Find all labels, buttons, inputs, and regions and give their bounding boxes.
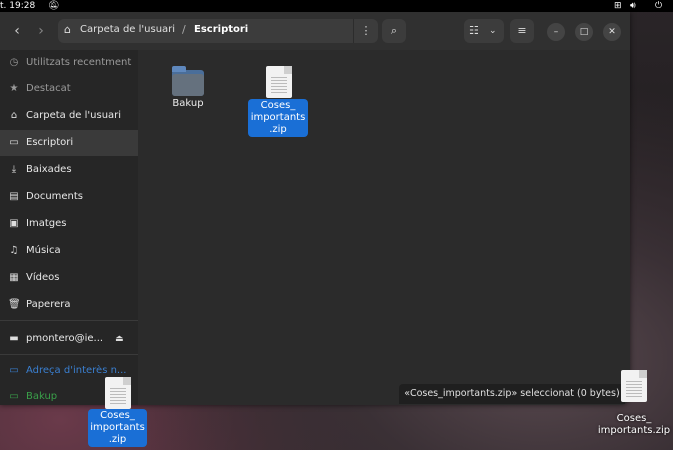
sidebar-item-documents[interactable]: ▤ Documents <box>0 184 138 210</box>
star-icon: ★ <box>9 83 19 94</box>
recent-icon: ◷ <box>9 57 19 68</box>
sidebar-divider <box>0 354 138 355</box>
file-name-line: importants <box>250 112 306 123</box>
file-name-line: .zip <box>269 124 287 135</box>
sidebar-item-label: Destacat <box>26 83 71 94</box>
home-icon[interactable]: ⌂ <box>64 23 71 36</box>
file-item-folder[interactable]: Bakup <box>166 64 210 114</box>
bell-off-icon[interactable]: 🔕︎ <box>48 0 59 12</box>
sidebar-item-recent[interactable]: ◷ Utilitzats recentment <box>0 50 138 76</box>
download-icon: ⤓ <box>11 164 17 175</box>
sidebar-item-videos[interactable]: ▦ Vídeos <box>0 265 138 291</box>
top-bar: t. 19:28 🔕︎ ⊞ 🔊︎ ⏻ <box>0 0 673 12</box>
image-icon: ▣ <box>9 218 19 229</box>
minimize-button[interactable]: – <box>547 23 565 41</box>
dragged-file[interactable]: Coses_ importants .zip <box>88 376 148 447</box>
chevron-down-icon: ⌄ <box>489 26 497 36</box>
folder-icon: ▭ <box>9 391 19 402</box>
zip-file-icon <box>621 370 647 402</box>
folder-icon <box>172 66 204 96</box>
status-bar: «Coses_importants.zip» seleccionat (0 by… <box>399 384 625 404</box>
sidebar-item-label: Escriptori <box>26 137 74 148</box>
search-button[interactable]: ⌕ <box>382 19 406 43</box>
kebab-icon[interactable]: ⋮ <box>353 19 378 43</box>
sidebar-item-downloads[interactable]: ⤓ Baixades <box>0 157 138 183</box>
sidebar-item-pictures[interactable]: ▣ Imatges <box>0 211 138 237</box>
hamburger-icon: ≡ <box>517 24 527 37</box>
music-icon: ♫ <box>9 245 19 256</box>
sidebar-item-label: Imatges <box>26 218 67 229</box>
dragged-file-label: Coses_ importants .zip <box>88 409 147 447</box>
sidebar-item-label: Carpeta de l'usuari <box>26 110 122 121</box>
eject-icon[interactable]: ⏏ <box>115 326 124 352</box>
breadcrumb-separator: / <box>182 23 186 36</box>
trash-icon: 🗑︎ <box>8 299 21 310</box>
sidebar-item-label: Utilitzats recentment <box>26 57 132 68</box>
maximize-button[interactable]: □ <box>575 23 593 41</box>
desktop-file-label: Coses_ importants.zip <box>596 413 672 437</box>
header-bar: ‹ › ⌂ Carpeta de l'usuari / Escriptori ⋮… <box>0 12 630 50</box>
file-name: Bakup <box>172 98 204 109</box>
video-icon: ▦ <box>9 272 19 283</box>
chevron-left-icon: ‹ <box>14 23 20 39</box>
network-icon[interactable]: ⊞ <box>614 0 622 12</box>
sidebar-divider <box>0 320 138 321</box>
bookmark-icon: ▭ <box>9 365 19 376</box>
file-name-selected: Coses_ importants .zip <box>248 99 308 137</box>
sidebar-item-music[interactable]: ♫ Música <box>0 238 138 264</box>
sidebar-item-mount[interactable]: ▬ pmontero@ie... ⏏ <box>0 326 138 352</box>
zip-file-icon <box>266 66 292 98</box>
document-icon: ▤ <box>9 191 19 202</box>
power-icon[interactable]: ⏻ <box>655 0 662 12</box>
volume-icon[interactable]: 🔊︎ <box>630 0 636 12</box>
sidebar-item-label: Paperera <box>26 299 71 310</box>
breadcrumb-current[interactable]: Escriptori <box>194 24 248 35</box>
sidebar-item-label: Vídeos <box>26 272 60 283</box>
sidebar-item-label: Bakup <box>26 391 58 402</box>
file-view: Bakup Coses_ importants .zip <box>138 50 630 405</box>
desktop-icon: ▭ <box>9 137 19 148</box>
sidebar-item-label: Música <box>26 245 61 256</box>
list-view-icon: ☷ <box>469 24 479 37</box>
close-button[interactable]: ✕ <box>603 23 621 41</box>
sidebar-item-trash[interactable]: 🗑︎ Paperera <box>0 292 138 318</box>
file-name-line: Coses_ <box>260 100 296 111</box>
sidebar-item-label: pmontero@ie... <box>26 333 104 344</box>
clock[interactable]: t. 19:28 <box>0 0 35 12</box>
drive-icon: ▬ <box>9 333 19 344</box>
search-icon: ⌕ <box>390 24 398 37</box>
forward-button[interactable]: › <box>30 20 52 42</box>
sidebar-item-desktop[interactable]: ▭ Escriptori <box>0 130 138 156</box>
file-manager-window: ‹ › ⌂ Carpeta de l'usuari / Escriptori ⋮… <box>0 12 630 405</box>
chevron-right-icon: › <box>38 23 44 39</box>
file-name-line: Coses_ <box>616 413 652 424</box>
file-item-zip[interactable]: Coses_ importants .zip <box>248 64 312 137</box>
sidebar-item-starred[interactable]: ★ Destacat <box>0 76 138 102</box>
home-icon: ⌂ <box>10 110 18 121</box>
file-name-line: Coses_ <box>100 410 135 421</box>
main-menu-button[interactable]: ≡ <box>510 19 534 43</box>
file-name-line: .zip <box>108 434 127 445</box>
sidebar-item-label: Documents <box>26 191 84 202</box>
zip-file-icon <box>105 377 131 409</box>
sidebar-item-label: Baixades <box>26 164 72 175</box>
breadcrumb: ⌂ Carpeta de l'usuari / Escriptori ⋮ <box>58 19 378 43</box>
file-name-line: importants.zip <box>597 425 671 436</box>
file-name-line: importants <box>90 422 145 433</box>
view-options-button[interactable]: ☷ ⌄ <box>464 19 504 43</box>
desktop-file[interactable]: Coses_ importants.zip <box>596 368 672 440</box>
breadcrumb-parent[interactable]: Carpeta de l'usuari <box>80 24 175 35</box>
back-button[interactable]: ‹ <box>6 20 28 42</box>
sidebar: ◷ Utilitzats recentment ★ Destacat ⌂ Car… <box>0 50 138 405</box>
sidebar-item-home[interactable]: ⌂ Carpeta de l'usuari <box>0 103 138 129</box>
